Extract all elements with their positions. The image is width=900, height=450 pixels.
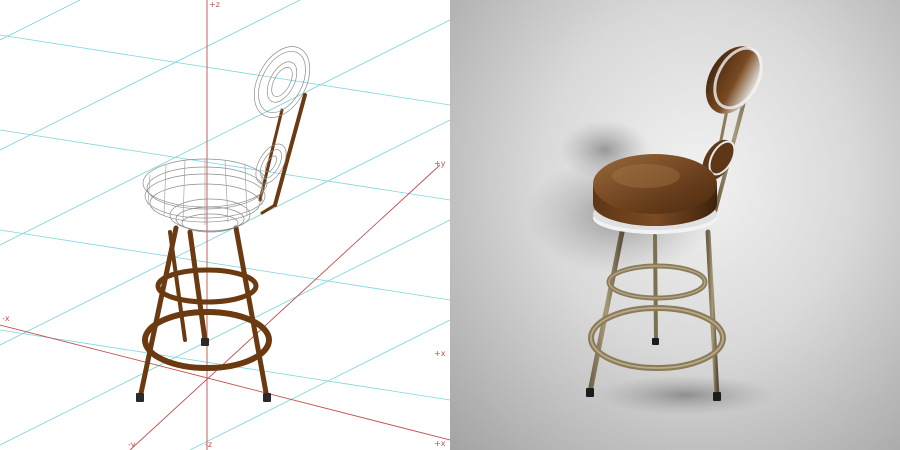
axis-label-z-top: +z	[209, 0, 220, 9]
axis-label-x-neg: -x	[2, 314, 10, 323]
axis-label-y-pos: +y	[434, 159, 446, 168]
axis-label-x-pos-right: +x	[434, 349, 446, 358]
axis-label-y-neg: -y	[128, 440, 136, 449]
axis-label-z-bottom: -z	[205, 440, 212, 449]
render-seat	[593, 154, 717, 234]
wire-stool-frame	[137, 93, 307, 401]
axis-label-x-pos-bottom: +x	[434, 439, 446, 448]
render-canvas	[525, 46, 775, 415]
render-viewport[interactable]	[450, 0, 900, 450]
axis-lines	[0, 0, 450, 450]
viewer-frame: +z +y -x +x -y -z +x	[0, 0, 900, 450]
wireframe-canvas: +z +y -x +x -y -z +x	[0, 0, 450, 450]
render-backrest	[702, 46, 763, 181]
wireframe-viewport[interactable]: +z +y -x +x -y -z +x	[0, 0, 450, 450]
axis-labels: +z +y -x +x -y -z +x	[2, 0, 446, 449]
